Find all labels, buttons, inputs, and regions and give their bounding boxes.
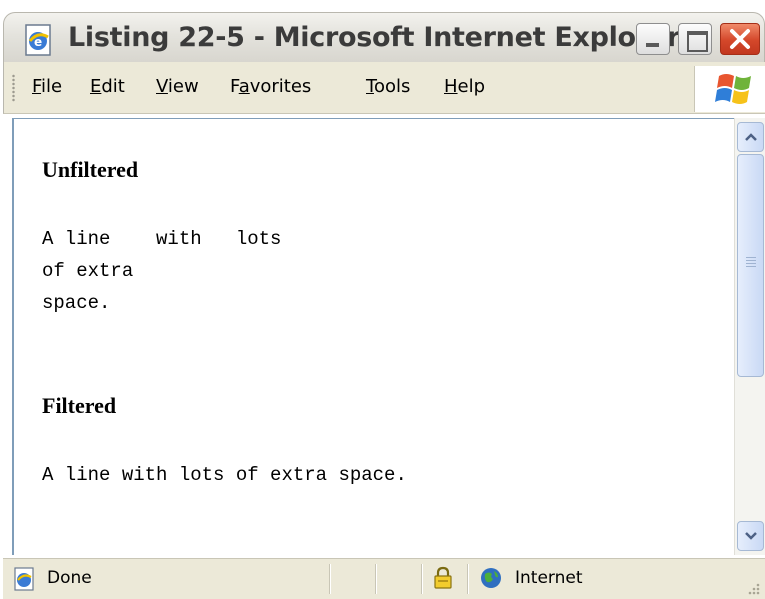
menu-view[interactable]: View [156,76,199,97]
window-title: Listing 22-5 - Microsoft Internet Explor… [68,22,680,53]
maximize-button[interactable] [678,23,712,55]
menu-help[interactable]: Help [444,76,485,97]
security-zone-text: Internet [515,568,583,588]
status-bar: Done Internet [3,557,765,599]
scroll-up-button[interactable] [737,122,764,152]
menu-edit[interactable]: Edit [90,76,125,97]
thumb-grip-lines [746,257,756,267]
heading-unfiltered: Unfiltered [42,157,139,182]
chevron-up-icon [745,133,757,141]
status-divider [467,564,469,594]
svg-text:e: e [34,35,42,49]
internet-globe-icon [481,568,501,588]
ie-page-icon: e [25,24,51,56]
scroll-thumb[interactable] [737,154,764,377]
scroll-down-button[interactable] [737,521,764,551]
chevron-down-icon [745,532,757,540]
windows-flag-logo [694,66,765,112]
browser-window: e Listing 22-5 - Microsoft Internet Expl… [0,0,765,599]
page-content[interactable]: Unfiltered A line with lots of extra spa… [12,118,734,555]
menu-bar: File Edit View Favorites Tools Help [3,62,765,114]
unfiltered-line-1: A line with lots [42,228,282,250]
close-button[interactable] [720,23,760,55]
status-divider [421,564,423,594]
status-divider [375,564,377,594]
menu-favorites[interactable]: Favorites [230,76,311,97]
windows-logo-icon [715,74,751,104]
toolbar-grip[interactable] [12,74,15,102]
minimize-button[interactable] [636,23,670,55]
status-text: Done [47,568,92,588]
resize-grip-icon[interactable] [745,580,761,596]
filtered-line: A line with lots of extra space. [42,464,407,486]
unfiltered-line-3: space. [42,292,111,314]
menu-file[interactable]: File [32,76,62,97]
status-divider [329,564,331,594]
menu-tools[interactable]: Tools [366,76,410,97]
heading-filtered: Filtered [42,393,117,418]
ie-done-icon [14,567,34,591]
title-bar[interactable]: e Listing 22-5 - Microsoft Internet Expl… [3,12,765,62]
lock-icon [434,566,452,589]
unfiltered-line-2: of extra [42,260,134,282]
vertical-scrollbar[interactable] [734,118,765,555]
close-icon [730,29,750,49]
